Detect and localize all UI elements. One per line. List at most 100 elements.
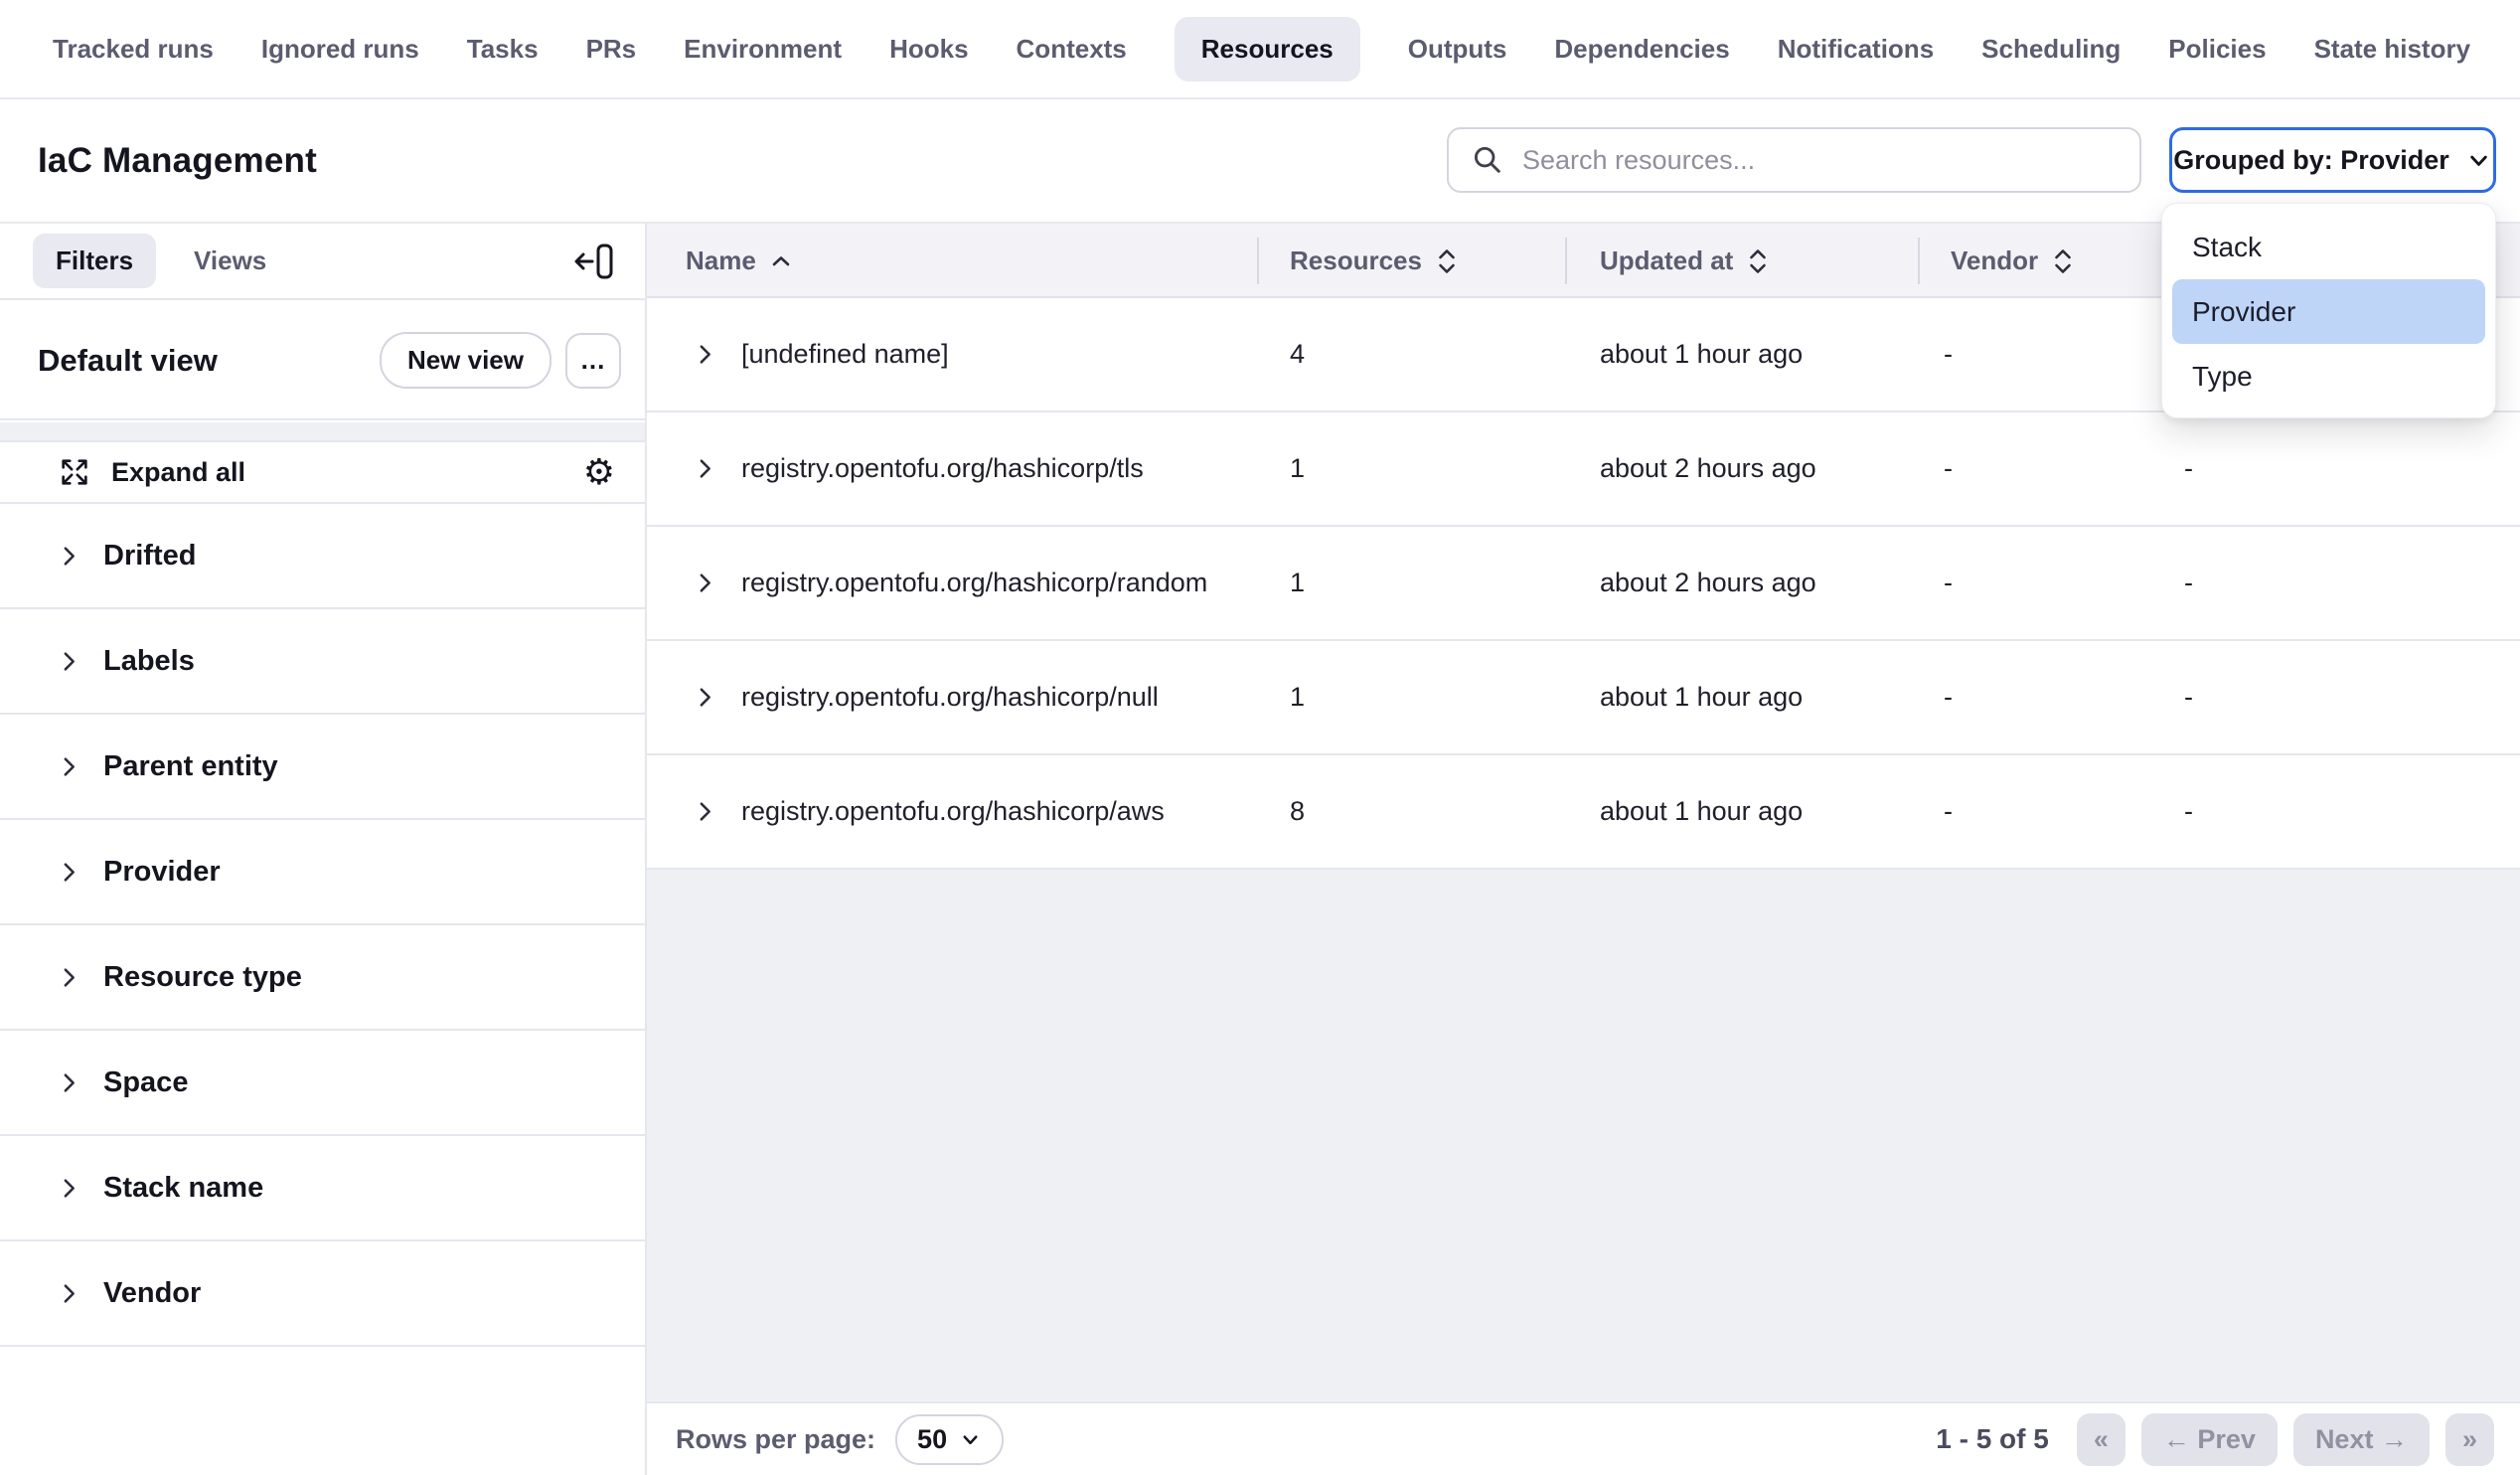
nav-tasks[interactable]: Tasks (467, 34, 539, 65)
cell-updated-at: about 2 hours ago (1600, 412, 1816, 525)
nav-contexts[interactable]: Contexts (1017, 34, 1127, 65)
nav-environment[interactable]: Environment (684, 34, 842, 65)
default-view-row: Default view New view ... (0, 302, 645, 420)
content-area: Filters Views Default view New view ... (0, 224, 2520, 1475)
filter-section-labels[interactable]: Labels (0, 609, 645, 715)
filter-section-label: Space (103, 1066, 188, 1099)
row-expand-chevron-icon[interactable] (693, 527, 717, 639)
column-header-updated-at[interactable]: Updated at (1600, 224, 1769, 298)
table-footer: Rows per page: 50 1 - 5 of 5 « ← Prev Ne… (647, 1401, 2520, 1475)
expand-all-row[interactable]: Expand all ⚙ (0, 440, 645, 504)
filter-section-label: Stack name (103, 1172, 263, 1205)
column-label: Updated at (1600, 246, 1733, 276)
rows-per-page-value: 50 (917, 1424, 947, 1455)
column-header-resources[interactable]: Resources (1290, 224, 1458, 298)
sidebar-tabs: Filters Views (0, 224, 645, 300)
last-page-button[interactable]: » (2445, 1413, 2494, 1466)
new-view-button[interactable]: New view (380, 332, 551, 389)
view-name: Default view (38, 343, 218, 379)
row-expand-chevron-icon[interactable] (693, 298, 717, 410)
next-page-button[interactable]: Next → (2293, 1413, 2430, 1466)
nav-scheduling[interactable]: Scheduling (1981, 34, 2121, 65)
nav-tracked-runs[interactable]: Tracked runs (53, 34, 214, 65)
nav-state-history[interactable]: State history (2314, 34, 2471, 65)
view-more-button[interactable]: ... (565, 333, 621, 389)
sort-both-icon (2052, 246, 2074, 277)
gear-icon[interactable]: ⚙ (583, 454, 615, 490)
page-header: IaC Management Grouped by: Provider (0, 99, 2520, 224)
filter-section-label: Vendor (103, 1277, 201, 1310)
nav-prs[interactable]: PRs (586, 34, 637, 65)
chevron-right-icon (57, 754, 81, 779)
filter-section-provider[interactable]: Provider (0, 820, 645, 925)
pagination: 1 - 5 of 5 « ← Prev Next → » (1936, 1413, 2494, 1466)
nav-notifications[interactable]: Notifications (1778, 34, 1934, 65)
cell-name: registry.opentofu.org/hashicorp/aws (741, 755, 1165, 868)
first-page-button[interactable]: « (2077, 1413, 2126, 1466)
chevron-right-icon (57, 965, 81, 990)
row-expand-chevron-icon[interactable] (693, 755, 717, 868)
column-separator (1918, 238, 1920, 284)
column-separator (1565, 238, 1567, 284)
chevron-down-icon (959, 1428, 982, 1451)
menu-item-stack[interactable]: Stack (2172, 215, 2485, 279)
cell-name: registry.opentofu.org/hashicorp/null (741, 641, 1159, 753)
filter-section-vendor[interactable]: Vendor (0, 1241, 645, 1347)
row-expand-chevron-icon[interactable] (693, 641, 717, 753)
table-row[interactable]: registry.opentofu.org/hashicorp/aws 8 ab… (647, 755, 2520, 870)
nav-hooks[interactable]: Hooks (889, 34, 968, 65)
cell-resources: 8 (1290, 755, 1305, 868)
cell-updated-at: about 1 hour ago (1600, 755, 1803, 868)
filter-section-resource-type[interactable]: Resource type (0, 925, 645, 1031)
filter-section-stack-name[interactable]: Stack name (0, 1136, 645, 1241)
cell-extra: - (2184, 641, 2193, 753)
table-row[interactable]: registry.opentofu.org/hashicorp/random 1… (647, 527, 2520, 641)
cell-extra: - (2184, 527, 2193, 639)
cell-updated-at: about 1 hour ago (1600, 298, 1803, 410)
cell-extra: - (2184, 755, 2193, 868)
rows-per-page-select[interactable]: 50 (895, 1414, 1004, 1465)
nav-resources[interactable]: Resources (1175, 17, 1360, 82)
sort-asc-icon (770, 254, 792, 268)
cell-extra: - (2184, 412, 2193, 525)
sort-both-icon (1436, 246, 1458, 277)
chevron-right-icon (57, 1281, 81, 1306)
search-box[interactable] (1447, 127, 2141, 193)
page-title: IaC Management (38, 141, 317, 181)
filter-section-space[interactable]: Space (0, 1031, 645, 1136)
column-header-name[interactable]: Name (686, 224, 792, 298)
chevron-right-icon (57, 1176, 81, 1201)
filter-section-label: Parent entity (103, 750, 278, 783)
search-input[interactable] (1522, 145, 2118, 176)
chevron-down-icon (2465, 147, 2492, 174)
column-separator (1257, 238, 1259, 284)
column-label: Vendor (1951, 246, 2038, 276)
nav-policies[interactable]: Policies (2168, 34, 2266, 65)
ellipsis-icon: ... (581, 345, 606, 376)
menu-item-type[interactable]: Type (2172, 344, 2485, 409)
nav-dependencies[interactable]: Dependencies (1554, 34, 1729, 65)
table-row[interactable]: registry.opentofu.org/hashicorp/tls 1 ab… (647, 412, 2520, 527)
table-row[interactable]: registry.opentofu.org/hashicorp/null 1 a… (647, 641, 2520, 755)
nav-ignored-runs[interactable]: Ignored runs (261, 34, 419, 65)
filter-section-label: Provider (103, 856, 221, 889)
prev-page-button[interactable]: ← Prev (2141, 1413, 2278, 1466)
column-label: Resources (1290, 246, 1422, 276)
tab-views[interactable]: Views (194, 246, 266, 276)
pagination-range: 1 - 5 of 5 (1936, 1423, 2049, 1455)
chevron-right-icon (57, 1070, 81, 1095)
cell-updated-at: about 1 hour ago (1600, 641, 1803, 753)
expand-all-icon (58, 455, 91, 489)
column-header-vendor[interactable]: Vendor (1951, 224, 2074, 298)
row-expand-chevron-icon[interactable] (693, 412, 717, 525)
grouped-by-menu: Stack Provider Type (2161, 203, 2496, 418)
chevron-right-icon (57, 649, 81, 674)
nav-outputs[interactable]: Outputs (1408, 34, 1507, 65)
grouped-by-button[interactable]: Grouped by: Provider (2169, 127, 2496, 193)
filter-section-parent-entity[interactable]: Parent entity (0, 715, 645, 820)
filter-section-label: Drifted (103, 540, 196, 573)
collapse-sidebar-button[interactable] (571, 241, 615, 282)
filter-section-drifted[interactable]: Drifted (0, 504, 645, 609)
tab-filters[interactable]: Filters (33, 234, 156, 288)
menu-item-provider[interactable]: Provider (2172, 279, 2485, 344)
